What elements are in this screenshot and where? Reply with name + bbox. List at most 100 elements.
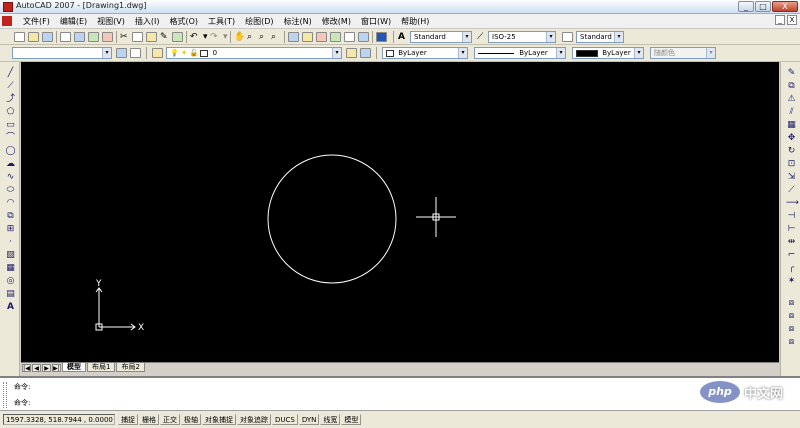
line-icon[interactable]: ╱ [5, 68, 16, 79]
chamfer-icon[interactable]: ⌐ [786, 250, 797, 261]
color-select[interactable]: ByLayer ▾ [382, 47, 468, 59]
new-file-icon[interactable] [14, 32, 25, 42]
maximize-button[interactable]: □ [755, 1, 771, 12]
minimize-button[interactable]: _ [738, 1, 754, 12]
layer-previous-icon[interactable] [360, 48, 371, 58]
polar-toggle[interactable]: 极轴 [181, 414, 201, 425]
properties-icon[interactable] [288, 32, 299, 42]
command-prompt[interactable]: 命令: [14, 398, 30, 408]
linetype-select[interactable]: ByLayer ▾ [474, 47, 566, 59]
explode-icon[interactable]: ✶ [786, 276, 797, 287]
dyn-toggle[interactable]: DYN [298, 414, 320, 425]
sheet-set-icon[interactable] [330, 32, 341, 42]
extend-icon[interactable]: ⟶ [786, 198, 799, 209]
stretch-icon[interactable]: ⇲ [786, 172, 797, 183]
polygon-icon[interactable]: ⬠ [5, 107, 16, 118]
menu-view[interactable]: 视图(V) [92, 16, 130, 27]
scale-icon[interactable]: ⊡ [786, 159, 797, 170]
model-space-toggle[interactable]: 模型 [341, 414, 362, 425]
tool-palettes-icon[interactable] [316, 32, 327, 42]
menu-dimension[interactable]: 标注(N) [279, 16, 317, 27]
paste-icon[interactable] [146, 32, 157, 42]
help-icon[interactable] [376, 32, 387, 42]
cut-icon[interactable]: ✂ [120, 31, 128, 43]
bring-above-icon[interactable]: ⧈ [786, 337, 797, 348]
make-object-layer-current-icon[interactable] [346, 48, 357, 58]
next-tab-button[interactable]: ▶ [42, 363, 51, 372]
ellipse-arc-icon[interactable]: ◠ [5, 198, 16, 209]
menu-insert[interactable]: 插入(I) [130, 16, 165, 27]
layer-select[interactable]: 💡 ☀ 🔓 0 ▾ [166, 47, 342, 59]
doc-close-button[interactable]: X [787, 15, 797, 25]
ducs-toggle[interactable]: DUCS [272, 414, 298, 425]
drawing-canvas[interactable]: Y X [21, 62, 779, 362]
redo-icon[interactable]: ↷ [210, 31, 218, 43]
tab-layout2[interactable]: 布局2 [116, 363, 145, 372]
circle-entity[interactable] [267, 154, 397, 284]
match-properties-icon[interactable]: ✎ [160, 31, 168, 43]
polyline-icon[interactable]: ⤴ [5, 94, 16, 105]
otrack-toggle[interactable]: 对象追踪 [237, 414, 271, 425]
menu-tools[interactable]: 工具(T) [203, 16, 240, 27]
multiline-text-icon[interactable]: A [5, 302, 16, 313]
erase-icon[interactable]: ✎ [786, 68, 797, 79]
publish-icon[interactable] [88, 32, 99, 42]
ortho-toggle[interactable]: 正交 [160, 414, 180, 425]
tab-model[interactable]: 模型 [62, 363, 86, 372]
tab-layout1[interactable]: 布局1 [87, 363, 116, 372]
table-icon[interactable]: ▤ [5, 289, 16, 300]
workspace-save-icon[interactable] [130, 48, 141, 58]
undo-icon[interactable]: ↶ [190, 31, 198, 43]
dim-style-select[interactable]: ISO-25 ▾ [488, 31, 556, 43]
copy-object-icon[interactable]: ⧉ [786, 81, 797, 92]
revision-cloud-icon[interactable]: ☁ [5, 159, 16, 170]
open-file-icon[interactable] [28, 32, 39, 42]
first-tab-button[interactable]: |◀ [22, 363, 31, 372]
fillet-icon[interactable]: ╭ [786, 263, 797, 274]
region-icon[interactable]: ◎ [5, 276, 16, 287]
break-at-point-icon[interactable]: ⊣ [786, 211, 797, 222]
array-icon[interactable]: ▦ [786, 120, 797, 131]
plot-icon[interactable] [102, 32, 113, 42]
insert-block-icon[interactable]: ⧉ [5, 211, 16, 222]
zoom-realtime-icon[interactable]: ⌕ [247, 31, 252, 43]
menu-draw[interactable]: 绘图(D) [240, 16, 278, 27]
trim-icon[interactable]: ⟋ [786, 185, 797, 196]
previous-tab-button[interactable]: ◀ [32, 363, 41, 372]
doc-minimize-button[interactable]: _ [775, 15, 785, 25]
hatch-icon[interactable]: ▨ [5, 250, 16, 261]
menu-edit[interactable]: 编辑(E) [55, 16, 92, 27]
draw-order-icon[interactable]: ⧈ [786, 298, 797, 309]
grid-toggle[interactable]: 栅格 [139, 414, 159, 425]
point-icon[interactable]: · [5, 237, 16, 248]
coordinate-readout[interactable]: 1597.3328, 518.7944 , 0.0000 [3, 414, 115, 425]
break-icon[interactable]: ⊢ [786, 224, 797, 235]
send-to-back-icon[interactable]: ⧈ [786, 324, 797, 335]
command-window-grip[interactable] [3, 382, 7, 408]
rectangle-icon[interactable]: ▭ [5, 120, 16, 131]
construction-line-icon[interactable]: ⟋ [5, 81, 16, 92]
gradient-icon[interactable]: ▦ [5, 263, 16, 274]
copy-icon[interactable] [132, 32, 143, 42]
document-icon[interactable] [2, 16, 12, 26]
menu-file[interactable]: 文件(F) [18, 16, 55, 27]
table-style-select[interactable]: Standard ▾ [576, 31, 624, 43]
rotate-icon[interactable]: ↻ [786, 146, 797, 157]
circle-icon[interactable]: ◯ [5, 146, 16, 157]
close-button[interactable]: X [772, 1, 798, 12]
print-preview-icon[interactable] [74, 32, 85, 42]
move-icon[interactable]: ✥ [786, 133, 797, 144]
undo-dropdown-icon[interactable]: ▾ [203, 31, 208, 43]
menu-help[interactable]: 帮助(H) [396, 16, 434, 27]
zoom-previous-icon[interactable]: ⌕ [271, 31, 276, 43]
spline-icon[interactable]: ∿ [5, 172, 16, 183]
osnap-toggle[interactable]: 对象捕捉 [202, 414, 236, 425]
zoom-window-icon[interactable]: ⌕ [259, 31, 264, 43]
text-style-select[interactable]: Standard ▾ [410, 31, 472, 43]
arc-icon[interactable]: ⌒ [5, 133, 16, 144]
last-tab-button[interactable]: ▶| [52, 363, 61, 372]
lineweight-select[interactable]: ByLayer ▾ [572, 47, 644, 59]
ellipse-icon[interactable]: ⬭ [5, 185, 16, 196]
menu-window[interactable]: 窗口(W) [356, 16, 396, 27]
redo-dropdown-icon[interactable]: ▾ [223, 31, 228, 43]
